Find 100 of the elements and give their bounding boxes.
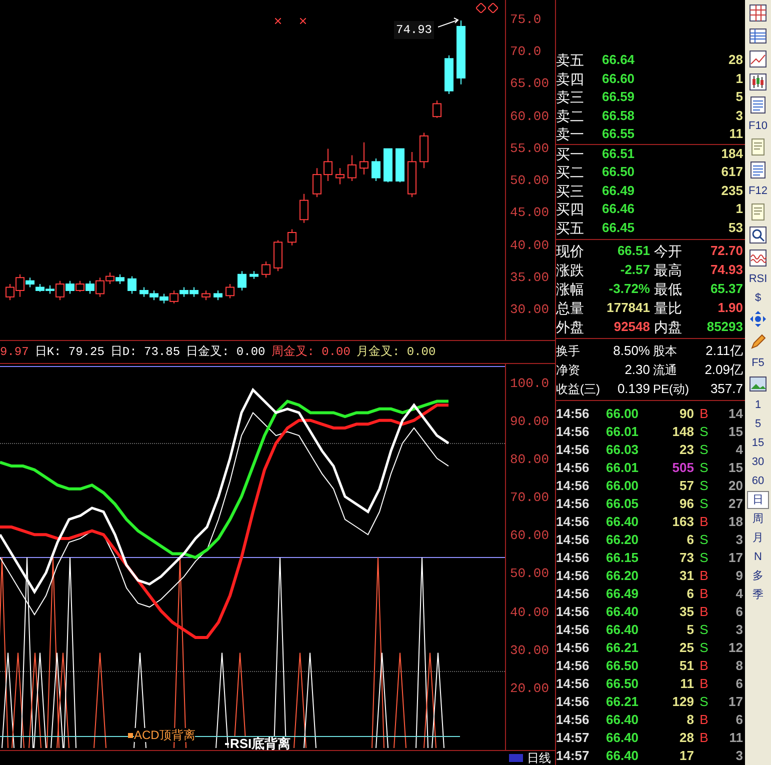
toolbar-button[interactable]	[747, 48, 769, 70]
trade-side: B	[700, 676, 708, 692]
toolbar-button[interactable]: 多	[747, 567, 769, 585]
price-axis-label: 60.00	[509, 108, 550, 125]
list-icon	[749, 96, 767, 114]
toolbar-button[interactable]	[747, 224, 769, 246]
table-icon	[749, 27, 767, 45]
trade-volume: 90	[678, 405, 694, 424]
toolbar-button[interactable]: 日	[747, 491, 769, 509]
trade-time: 14:56	[556, 657, 590, 676]
indicator-axis-label: 100.0	[509, 376, 550, 392]
trade-side: B	[700, 712, 708, 728]
stat-label: 涨跌	[556, 260, 585, 279]
stat-label: 最高	[653, 260, 683, 279]
stat-label: 流通	[652, 362, 678, 379]
toolbar-button[interactable]: 60	[747, 472, 769, 490]
trade-count: 4	[734, 441, 743, 460]
candlestick	[348, 154, 356, 182]
trade-time: 14:56	[556, 405, 590, 424]
trade-volume: 8	[686, 711, 694, 730]
price-axis-label: 65.00	[509, 76, 550, 92]
toolbar-button[interactable]: 周	[747, 510, 769, 528]
candlestick	[444, 54, 454, 95]
indicator-value: 日K: 79.25	[34, 344, 104, 361]
price-axis-label: 40.00	[509, 238, 550, 254]
line-chart-icon	[749, 50, 767, 68]
toolbar-button[interactable]	[747, 247, 769, 269]
order-level-label: 卖三	[556, 88, 585, 106]
candlestick	[202, 290, 210, 301]
trade-side: S	[700, 478, 708, 494]
stat-label: 最低	[653, 280, 683, 298]
period-swatch-icon	[509, 754, 523, 762]
trade-side: B	[700, 568, 708, 584]
candlestick	[116, 274, 124, 285]
document-icon	[749, 203, 767, 221]
candlestick	[170, 290, 178, 304]
toolbar-button[interactable]: 1	[747, 396, 769, 414]
trade-side: S	[700, 694, 708, 710]
order-price: 66.50	[602, 163, 636, 181]
stat-label: 现价	[556, 242, 585, 260]
stat-value: 2.11亿	[704, 342, 743, 360]
stat-label: 量比	[653, 298, 683, 317]
move-arrows-icon	[749, 310, 767, 328]
wave-chart-icon	[749, 249, 767, 267]
price-axis-label: 50.00	[509, 173, 550, 190]
toolbar-button[interactable]: $	[747, 289, 769, 307]
trade-time: 14:57	[556, 747, 590, 765]
toolbar-button[interactable]: 季	[747, 586, 769, 604]
order-price: 66.58	[602, 106, 636, 125]
toolbar-button[interactable]: N	[747, 548, 769, 566]
trade-price: 66.40	[606, 729, 640, 748]
trade-time: 14:56	[556, 567, 590, 586]
toolbar-button[interactable]: RSI	[747, 270, 769, 288]
trade-count: 15	[728, 459, 743, 478]
indicator-axis-label: 30.00	[509, 642, 550, 659]
stat-label: 股本	[652, 342, 678, 360]
candlestick	[396, 148, 404, 183]
candlestick	[128, 276, 136, 294]
order-volume: 235	[720, 182, 743, 200]
price-axis-label: 45.00	[509, 205, 550, 222]
trade-volume: 57	[678, 477, 694, 496]
trade-time: 14:56	[556, 477, 590, 496]
trade-volume: 6	[686, 585, 694, 604]
toolbar-button[interactable]	[747, 71, 769, 93]
trade-time: 14:56	[556, 585, 590, 604]
trade-count: 15	[728, 423, 743, 442]
stat-value: 177841	[606, 298, 650, 317]
stat-value: -2.57	[619, 260, 650, 279]
trade-count: 3	[734, 747, 743, 765]
toolbar-button[interactable]	[747, 2, 769, 24]
order-volume: 5	[734, 88, 743, 106]
leader-line	[438, 17, 460, 29]
toolbar-button[interactable]: F10	[747, 117, 769, 135]
price-axis-label: 75.0	[509, 12, 542, 28]
trade-time: 14:56	[556, 549, 590, 568]
price-axis-label: 55.00	[509, 140, 550, 157]
toolbar-button[interactable]: 月	[747, 529, 769, 547]
indicator-value: 日金叉: 0.00	[186, 344, 266, 361]
stat-label: PE(动)	[652, 380, 690, 398]
candlestick	[336, 168, 344, 185]
order-level-label: 买一	[556, 144, 585, 163]
indicator-axis-label: 80.00	[509, 452, 550, 468]
cross-mark-icon	[300, 18, 306, 24]
toolbar-button[interactable]: F12	[747, 182, 769, 200]
trade-price: 66.49	[606, 585, 640, 604]
candlestick	[190, 286, 198, 298]
toolbar-button[interactable]: 15	[747, 434, 769, 452]
trade-volume: 96	[678, 495, 694, 514]
stat-value: 72.70	[709, 242, 743, 260]
order-volume: 28	[728, 51, 743, 70]
high-price-label: 74.93	[394, 21, 434, 39]
order-price: 66.46	[602, 200, 636, 218]
trade-volume: 6	[686, 531, 694, 550]
trade-side: B	[700, 406, 708, 422]
toolbar-button[interactable]: 5	[747, 415, 769, 433]
trade-side: B	[700, 658, 708, 674]
trade-side: S	[700, 442, 708, 458]
toolbar-button[interactable]: 30	[747, 453, 769, 471]
toolbar-button[interactable]: F5	[747, 354, 769, 372]
order-price: 66.59	[602, 88, 636, 106]
